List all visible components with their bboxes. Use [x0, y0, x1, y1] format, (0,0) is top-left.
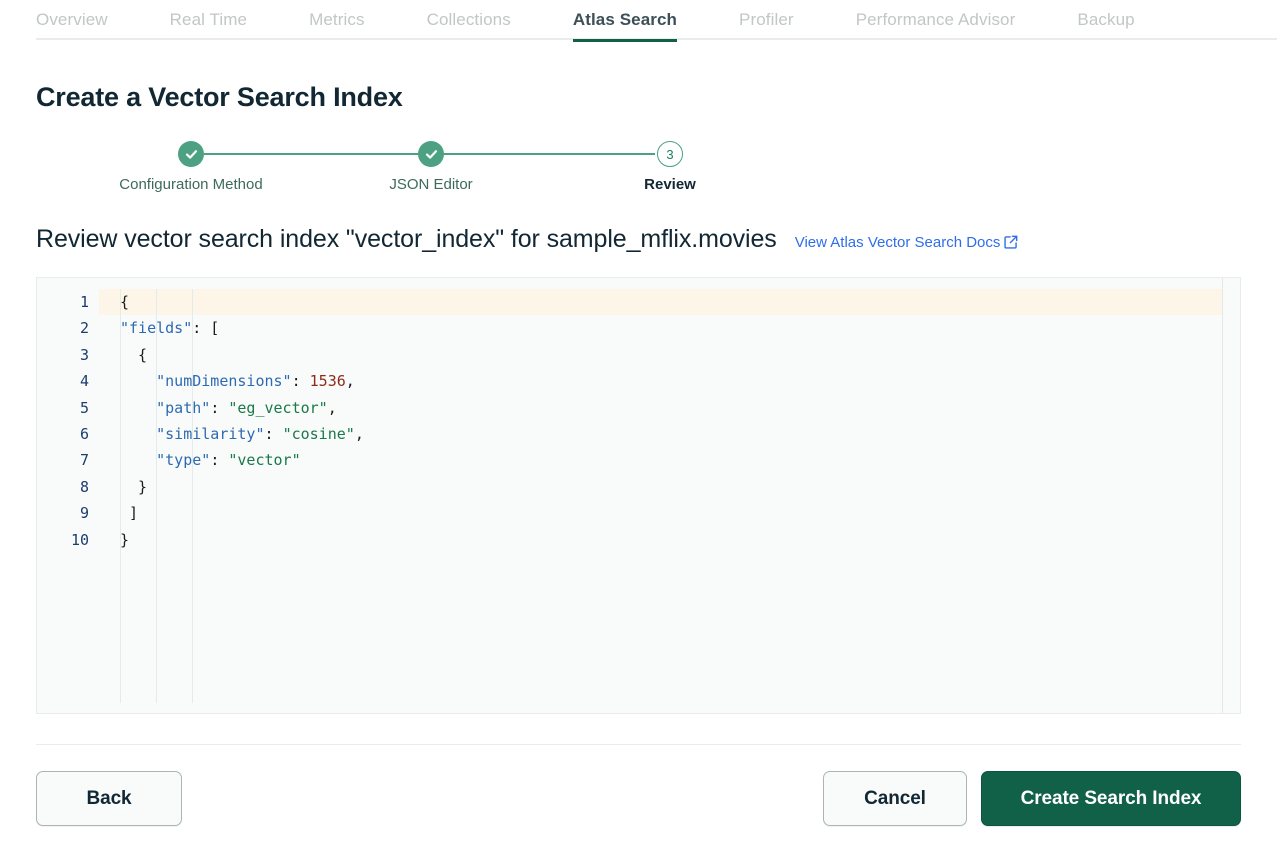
- token-punct: }: [120, 477, 148, 496]
- step-3-number: 3: [657, 141, 683, 167]
- docs-link-label: View Atlas Vector Search Docs: [794, 234, 1001, 251]
- cancel-button[interactable]: Cancel: [823, 771, 967, 826]
- token-punct: ]: [120, 504, 139, 523]
- token-punct: }: [120, 530, 130, 549]
- token-punct: :: [291, 372, 310, 391]
- editor-code-area[interactable]: { "fields": [ { "numDimensions": 1536, "p…: [99, 278, 1240, 713]
- editor-code-line[interactable]: "numDimensions": 1536,: [99, 368, 1240, 394]
- token-punct: ,: [327, 398, 337, 417]
- editor-line-number: 6: [79, 425, 89, 444]
- token-key: "numDimensions": [120, 372, 292, 391]
- back-button[interactable]: Back: [36, 771, 182, 826]
- wizard-footer: Back Cancel Create Search Index: [36, 771, 1241, 826]
- editor-code-line[interactable]: }: [99, 527, 1240, 553]
- check-icon: [418, 141, 444, 167]
- editor-line-number: 1: [79, 293, 89, 311]
- token-str: "vector": [228, 451, 301, 470]
- token-punct: :: [264, 425, 283, 444]
- editor-code-line[interactable]: "similarity": "cosine",: [99, 421, 1240, 447]
- review-index-title: Review vector search index "vector_index…: [36, 225, 777, 253]
- tab-overview[interactable]: Overview: [36, 0, 108, 42]
- editor-line-number: 2: [79, 319, 89, 338]
- editor-line-number: 5: [79, 398, 89, 417]
- token-key: "type": [120, 451, 211, 470]
- editor-code-line[interactable]: "type": "vector": [99, 447, 1240, 473]
- tab-profiler[interactable]: Profiler: [739, 0, 794, 42]
- token-punct: :: [210, 398, 229, 417]
- token-punct: {: [120, 345, 148, 364]
- step-1-circle-wrap: [81, 139, 301, 169]
- step-3-circle-wrap: 3: [560, 139, 780, 169]
- editor-line-number: 10: [70, 530, 89, 549]
- page-content: Create a Vector Search Index Configurati…: [0, 82, 1277, 826]
- editor-line-number: 7: [79, 451, 89, 470]
- step-2-label: JSON Editor: [389, 176, 473, 193]
- check-icon: [178, 141, 204, 167]
- editor-line-number: 9: [79, 504, 89, 523]
- step-configuration-method[interactable]: Configuration Method: [81, 139, 301, 193]
- editor-code-line[interactable]: {: [99, 342, 1240, 368]
- tab-metrics[interactable]: Metrics: [309, 0, 364, 42]
- editor-line-number: 3: [79, 345, 89, 364]
- editor-code-line[interactable]: }: [99, 474, 1240, 500]
- step-json-editor[interactable]: JSON Editor: [321, 139, 541, 193]
- editor-code-line[interactable]: "path": "eg_vector",: [99, 395, 1240, 421]
- step-2-circle-wrap: [321, 139, 541, 169]
- tab-backup[interactable]: Backup: [1077, 0, 1134, 42]
- token-punct: : [: [192, 319, 220, 338]
- indent-guide: [156, 289, 157, 703]
- token-key: "path": [120, 398, 211, 417]
- tab-real-time[interactable]: Real Time: [170, 0, 247, 42]
- step-3-label: Review: [644, 176, 696, 193]
- tab-atlas-search[interactable]: Atlas Search: [572, 0, 678, 42]
- indent-guide: [192, 289, 193, 703]
- step-review[interactable]: 3 Review: [560, 139, 780, 193]
- page-title: Create a Vector Search Index: [36, 82, 403, 112]
- token-punct: ,: [354, 425, 364, 444]
- footer-right-actions: Cancel Create Search Index: [823, 771, 1241, 826]
- footer-divider: [36, 744, 1241, 745]
- indent-guide: [120, 289, 121, 703]
- json-index-definition-editor[interactable]: 1 2 3 4 5 6 7 8 9 10 { "fields": [ { "numDimension…: [36, 277, 1241, 714]
- token-str: "eg_vector": [228, 398, 328, 417]
- token-str: "cosine": [282, 425, 355, 444]
- editor-code-line[interactable]: {: [99, 289, 1240, 316]
- token-num: 1536: [309, 372, 346, 391]
- cluster-tab-bar: Overview Real Time Metrics Collections A…: [0, 0, 1277, 42]
- token-punct: ,: [345, 372, 355, 391]
- review-heading-row: Review vector search index "vector_index…: [36, 225, 1241, 254]
- editor-code-line[interactable]: ]: [99, 500, 1240, 526]
- editor-line-number: 4: [79, 372, 89, 391]
- tab-collections[interactable]: Collections: [427, 0, 511, 42]
- editor-line-number: 8: [79, 477, 89, 496]
- tab-performance-advisor[interactable]: Performance Advisor: [856, 0, 1016, 42]
- editor-line-number-gutter: 1 2 3 4 5 6 7 8 9 10: [37, 278, 99, 713]
- editor-vertical-scrollbar[interactable]: [1222, 278, 1240, 713]
- view-atlas-vector-search-docs-link[interactable]: View Atlas Vector Search Docs: [795, 234, 1019, 251]
- wizard-stepper: Configuration Method JSON Editor 3 Revie…: [36, 139, 696, 205]
- token-punct: :: [210, 451, 229, 470]
- external-link-icon: [1004, 235, 1018, 250]
- editor-code-line[interactable]: "fields": [: [99, 315, 1240, 341]
- create-search-index-button[interactable]: Create Search Index: [981, 771, 1241, 826]
- step-1-label: Configuration Method: [119, 176, 263, 193]
- token-punct: {: [120, 293, 130, 311]
